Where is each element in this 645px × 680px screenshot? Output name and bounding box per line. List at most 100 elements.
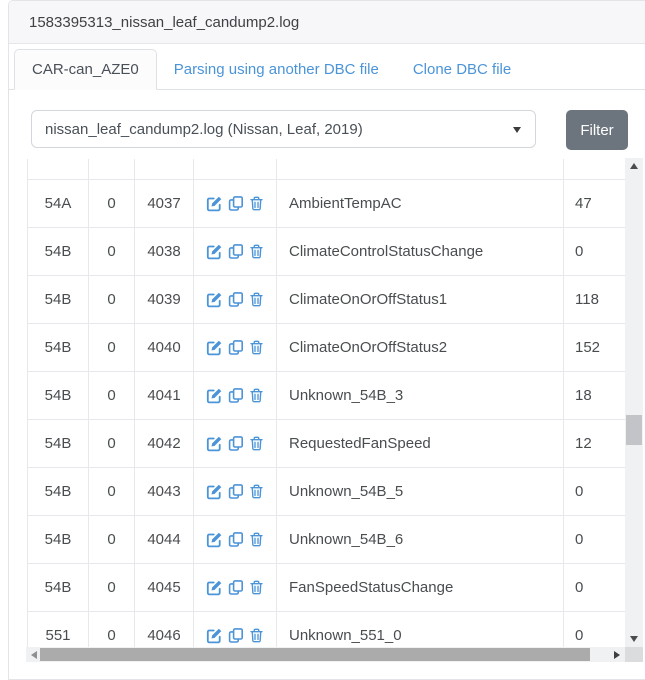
tab-clone-dbc[interactable]: Clone DBC file <box>396 49 528 89</box>
signals-table: 54A 0 4037 <box>27 159 626 648</box>
tab-label: CAR-can_AZE0 <box>32 61 139 78</box>
table-row: 54B 0 4045 <box>28 564 626 612</box>
cell-can-id: 54B <box>28 276 89 323</box>
arrow-down-icon <box>630 636 638 642</box>
cell-value: 0 <box>564 228 626 275</box>
cell-can-id: 54B <box>28 324 89 371</box>
table-row: 54B 0 4038 <box>28 228 626 276</box>
cell-actions <box>194 516 277 563</box>
horizontal-scrollbar-thumb[interactable] <box>40 648 590 661</box>
arrow-right-icon <box>614 651 620 659</box>
cell-can-id: 54A <box>28 180 89 227</box>
delete-icon[interactable] <box>249 579 264 596</box>
cell-value: 47 <box>564 180 626 227</box>
copy-icon[interactable] <box>228 195 244 212</box>
cell-bus: 0 <box>89 180 135 227</box>
filter-button[interactable]: Filter <box>566 110 628 150</box>
file-header: 1583395313_nissan_leaf_candump2.log <box>9 1 645 44</box>
arrow-up-icon <box>630 163 638 169</box>
copy-icon[interactable] <box>228 435 244 452</box>
edit-icon[interactable] <box>206 291 223 308</box>
cell-actions <box>194 372 277 419</box>
cell-value: 18 <box>564 372 626 419</box>
edit-icon[interactable] <box>206 195 223 212</box>
copy-icon[interactable] <box>228 627 244 644</box>
cell-can-id: 54B <box>28 468 89 515</box>
table-row: 54B 0 4039 <box>28 276 626 324</box>
edit-icon[interactable] <box>206 387 223 404</box>
tab-parse-other-dbc[interactable]: Parsing using another DBC file <box>157 49 396 89</box>
delete-icon[interactable] <box>249 531 264 548</box>
cell-actions <box>194 276 277 323</box>
cell-bus: 0 <box>89 276 135 323</box>
cell-signal-name: Unknown_54B_6 <box>277 516 564 563</box>
table-row: 551 0 4046 <box>28 612 626 648</box>
cell-actions <box>194 324 277 371</box>
vertical-scrollbar[interactable] <box>625 158 643 647</box>
scroll-right-button[interactable] <box>609 647 625 662</box>
delete-icon[interactable] <box>249 195 264 212</box>
cell-bus: 0 <box>89 228 135 275</box>
cell-signal-name: ClimateOnOrOffStatus1 <box>277 276 564 323</box>
copy-icon[interactable] <box>228 531 244 548</box>
edit-icon[interactable] <box>206 483 223 500</box>
edit-icon[interactable] <box>206 243 223 260</box>
cell-value: 0 <box>564 564 626 611</box>
cell-signal-name: Unknown_54B_5 <box>277 468 564 515</box>
table-row: 54A 0 4037 <box>28 180 626 228</box>
cell-msg-num: 4043 <box>135 468 194 515</box>
delete-icon[interactable] <box>249 243 264 260</box>
dbc-tabs: CAR-can_AZE0 Parsing using another DBC f… <box>9 49 645 90</box>
cell-msg-num: 4040 <box>135 324 194 371</box>
cell-actions <box>194 612 277 648</box>
cell-value: 0 <box>564 468 626 515</box>
delete-icon[interactable] <box>249 339 264 356</box>
table-row: 54B 0 4041 <box>28 372 626 420</box>
cell-signal-name: ClimateOnOrOffStatus2 <box>277 324 564 371</box>
edit-icon[interactable] <box>206 435 223 452</box>
copy-icon[interactable] <box>228 387 244 404</box>
cell-signal-name: Unknown_551_0 <box>277 612 564 648</box>
cell-bus: 0 <box>89 324 135 371</box>
cell-bus: 0 <box>89 516 135 563</box>
scroll-down-button[interactable] <box>625 631 643 647</box>
cell-signal-name: FanSpeedStatusChange <box>277 564 564 611</box>
delete-icon[interactable] <box>249 291 264 308</box>
cell-value: 0 <box>564 516 626 563</box>
cell-value <box>564 159 626 179</box>
cell-can-id: 54B <box>28 564 89 611</box>
dbc-file-select[interactable]: nissan_leaf_candump2.log (Nissan, Leaf, … <box>31 110 536 148</box>
cell-msg-num <box>135 159 194 179</box>
copy-icon[interactable] <box>228 579 244 596</box>
table-row: 54B 0 4042 <box>28 420 626 468</box>
arrow-left-icon <box>31 651 37 659</box>
edit-icon[interactable] <box>206 339 223 356</box>
delete-icon[interactable] <box>249 435 264 452</box>
tab-car-can-aze0[interactable]: CAR-can_AZE0 <box>14 49 157 90</box>
signals-table-body: 54A 0 4037 <box>28 180 626 648</box>
edit-icon[interactable] <box>206 627 223 644</box>
scroll-up-button[interactable] <box>625 158 643 174</box>
table-row-partial <box>28 159 626 180</box>
copy-icon[interactable] <box>228 483 244 500</box>
copy-icon[interactable] <box>228 339 244 356</box>
cell-actions <box>194 420 277 467</box>
copy-icon[interactable] <box>228 291 244 308</box>
copy-icon[interactable] <box>228 243 244 260</box>
horizontal-scrollbar[interactable] <box>26 647 625 662</box>
cell-signal-name: RequestedFanSpeed <box>277 420 564 467</box>
delete-icon[interactable] <box>249 387 264 404</box>
cell-bus: 0 <box>89 372 135 419</box>
edit-icon[interactable] <box>206 531 223 548</box>
tab-label: Clone DBC file <box>413 61 511 78</box>
cell-msg-num: 4041 <box>135 372 194 419</box>
cell-value: 0 <box>564 612 626 648</box>
cell-actions <box>194 564 277 611</box>
table-row: 54B 0 4040 <box>28 324 626 372</box>
delete-icon[interactable] <box>249 483 264 500</box>
cell-bus: 0 <box>89 468 135 515</box>
vertical-scrollbar-thumb[interactable] <box>626 415 642 445</box>
cell-msg-num: 4039 <box>135 276 194 323</box>
edit-icon[interactable] <box>206 579 223 596</box>
delete-icon[interactable] <box>249 627 264 644</box>
